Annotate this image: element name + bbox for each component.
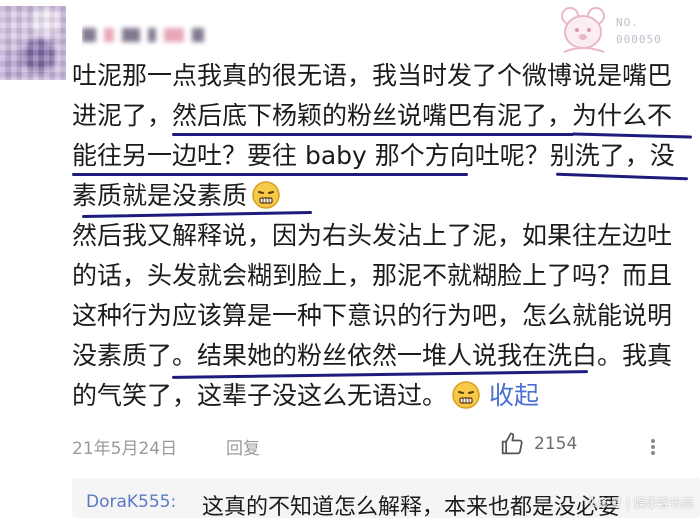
highlight-underline: [555, 172, 689, 181]
comment-line: 进泥了，然后底下杨颖的粉丝说嘴巴有泥了，为什么不: [72, 101, 673, 130]
sub-reply-text: 这真的不知道怎么解释，本来也都是没必要: [202, 495, 621, 520]
comment-line: 然后我又解释说，因为右头发沾上了泥，如果往左边吐: [72, 221, 673, 250]
like-count: 2154: [534, 434, 578, 454]
comment-line: 这种行为应该算是一种下意识的行为吧，怎么就能说明: [72, 301, 673, 330]
collapse-link[interactable]: 收起: [489, 381, 539, 410]
comment-line: 吐泥那一点我真的很无语，我当时发了个微博说是嘴巴: [72, 61, 673, 90]
comment-line: 的气笑了，这辈子没这么无语过。 收起: [72, 381, 540, 410]
badge-number: 000050: [616, 33, 662, 46]
reply-button[interactable]: 回复: [226, 434, 260, 459]
badge-label: NO.: [616, 16, 639, 29]
highlight-underline: [172, 133, 574, 136]
highlight-underline: [72, 173, 468, 176]
highlight-underline: [81, 210, 313, 219]
watermark: 头条号 | 娱乐客长高: [586, 496, 694, 510]
comment-line: 的话，头发就会糊到脸上，那泥不就糊脸上了吗？而且: [72, 261, 673, 290]
comment-date: 21年5月24日: [72, 439, 178, 459]
speechless-face-emoji: [252, 181, 280, 209]
comment-line: 能往另一边吐？要往 baby 那个方向吐呢？别洗了，没: [72, 141, 675, 170]
comment-line: 没素质了。结果她的粉丝依然一堆人说我在洗白。我真: [72, 341, 673, 370]
avatar[interactable]: [0, 6, 66, 80]
speechless-face-emoji: [452, 381, 480, 409]
bear-icon: [561, 7, 605, 53]
username[interactable]: [82, 24, 222, 46]
comment-meta: 21年5月24日 回复 2154: [72, 432, 692, 459]
comment-line: 素质就是没素质: [72, 180, 281, 212]
thumbs-up-icon[interactable]: [498, 430, 526, 458]
highlight-underline: [571, 132, 693, 139]
more-icon[interactable]: [650, 438, 656, 456]
fan-badge: NO. 000050: [554, 2, 684, 58]
sub-reply-author[interactable]: DoraK555:: [86, 492, 176, 512]
